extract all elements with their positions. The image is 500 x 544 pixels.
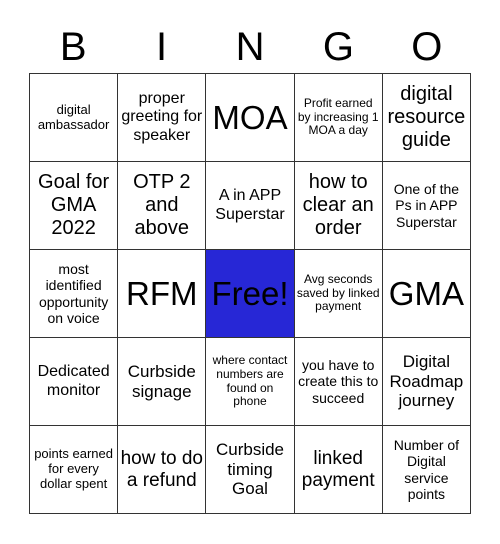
bingo-cell[interactable]: Curbside signage <box>118 338 207 426</box>
bingo-cell[interactable]: Dedicated monitor <box>30 338 119 426</box>
bingo-cell[interactable]: Digital Roadmap journey <box>382 338 471 426</box>
bingo-cell[interactable]: Number of Digital service points <box>382 426 471 514</box>
free-space-cell[interactable]: Free! <box>206 250 295 338</box>
header-letter-i: I <box>156 25 168 69</box>
bingo-cell[interactable]: MOA <box>206 74 295 162</box>
bingo-cell[interactable]: how to clear an order <box>294 162 383 250</box>
bingo-grid: digital ambassador proper greeting for s… <box>29 73 471 514</box>
header-letter-n: N <box>235 25 265 69</box>
bingo-cell[interactable]: how to do a refund <box>118 426 207 514</box>
header-letter-o: O <box>411 25 443 69</box>
bingo-cell[interactable]: A in APP Superstar <box>206 162 295 250</box>
bingo-cell[interactable]: you have to create this to succeed <box>294 338 383 426</box>
bingo-cell[interactable]: OTP 2 and above <box>118 162 207 250</box>
bingo-cell[interactable]: points earned for every dollar spent <box>30 426 119 514</box>
bingo-cell[interactable]: digital ambassador <box>30 74 119 162</box>
bingo-cell[interactable]: Goal for GMA 2022 <box>30 162 119 250</box>
bingo-cell[interactable]: Profit earned by increasing 1 MOA a day <box>294 74 383 162</box>
bingo-cell[interactable]: most identified opportunity on voice <box>30 250 119 338</box>
header-letter-g: G <box>322 25 354 69</box>
bingo-cell[interactable]: Curbside timing Goal <box>206 426 295 514</box>
bingo-cell[interactable]: GMA <box>382 250 471 338</box>
bingo-cell[interactable]: One of the Ps in APP Superstar <box>382 162 471 250</box>
bingo-cell[interactable]: where contact numbers are found on phone <box>206 338 295 426</box>
bingo-header: B I N G O <box>29 22 471 72</box>
bingo-cell[interactable]: digital resource guide <box>382 74 471 162</box>
header-letter-b: B <box>59 25 87 69</box>
bingo-cell[interactable]: proper greeting for speaker <box>118 74 207 162</box>
bingo-cell[interactable]: Avg seconds saved by linked payment <box>294 250 383 338</box>
bingo-cell[interactable]: linked payment <box>294 426 383 514</box>
bingo-cell[interactable]: RFM <box>118 250 207 338</box>
